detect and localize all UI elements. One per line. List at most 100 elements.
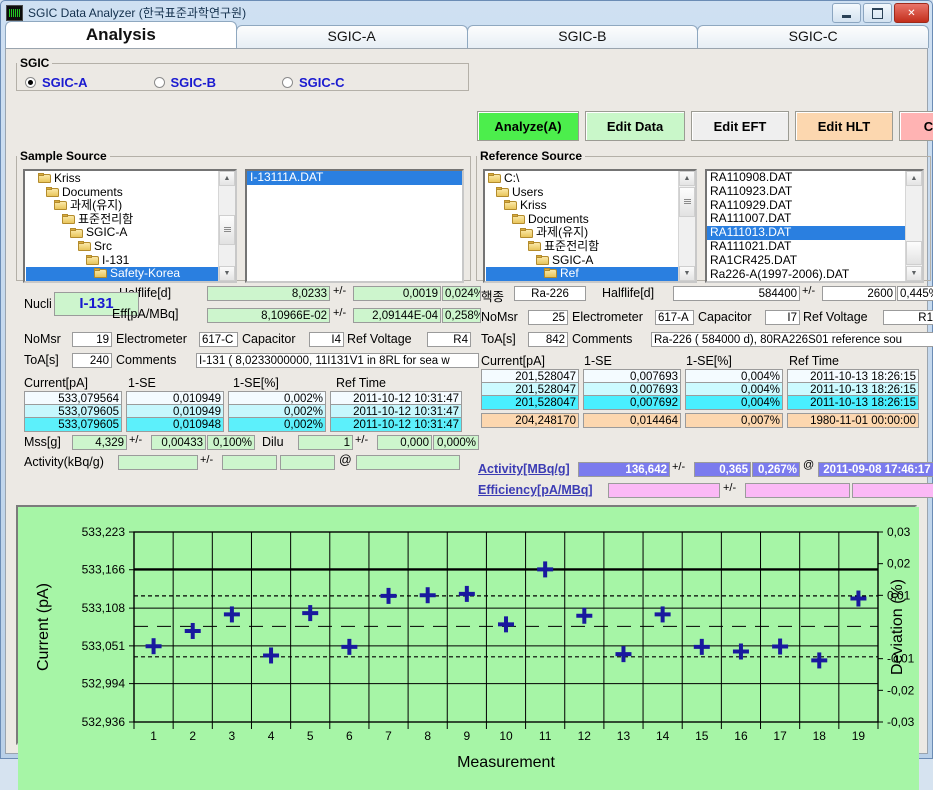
sample-activity-percent — [280, 455, 335, 470]
tree-item[interactable]: I-131 — [26, 253, 235, 268]
list-item[interactable]: RA111021.DAT — [707, 239, 922, 254]
list-item[interactable]: RA110929.DAT — [707, 198, 922, 213]
list-item[interactable]: RA110923.DAT — [707, 184, 922, 199]
sample-activity-label: Activity(kBq/g) — [24, 455, 104, 469]
reference-col-1sepct: 1-SE[%] — [686, 354, 732, 368]
scroll-up-arrow-icon[interactable]: ▲ — [906, 171, 922, 186]
tree-item[interactable]: C:\ — [486, 171, 695, 186]
radio-sgic-c[interactable]: SGIC-C — [282, 75, 345, 90]
scroll-down-arrow-icon[interactable]: ▼ — [219, 266, 235, 281]
reference-halflife-value: 584400 — [673, 286, 800, 301]
reference-capacitor-label: Capacitor — [698, 310, 752, 324]
tab-sgic-c[interactable]: SGIC-C — [697, 25, 929, 48]
sample-dilu-percent: 0,000% — [433, 435, 479, 450]
radio-sgic-a[interactable]: SGIC-A — [25, 75, 88, 90]
tree-scrollbar[interactable]: ▲ ▼ — [678, 171, 695, 281]
reference-activity-value: 136,642 — [578, 462, 670, 477]
table-cell-extra: 204,248170 — [481, 413, 579, 428]
table-cell-extra: 1980-11-01 00:00:00 — [787, 413, 919, 428]
clear-button[interactable]: Clear(C) — [899, 111, 933, 141]
clear-button-label: Clear(C) — [923, 118, 933, 134]
table-cell: 533,079605 — [24, 417, 122, 432]
radio-dot-icon — [25, 76, 36, 88]
svg-text:14: 14 — [656, 729, 670, 743]
svg-text:0,02: 0,02 — [887, 557, 911, 571]
svg-text:532,936: 532,936 — [82, 715, 126, 729]
table-cell: 201,528047 — [481, 395, 579, 410]
list-item-selected[interactable]: RA111013.DAT — [707, 225, 922, 240]
sample-eff-value: 8,10966E-02 — [207, 308, 330, 323]
application-window: SGIC Data Analyzer (한국표준과학연구원) ✕ Analysi… — [0, 0, 933, 790]
sample-col-1sepct: 1-SE[%] — [233, 376, 279, 390]
sample-source-tree[interactable]: Kriss Documents 과제(유지) 표준전리함 SGIC-A Src … — [23, 169, 237, 283]
maximize-button[interactable] — [863, 3, 892, 23]
svg-text:9: 9 — [463, 729, 470, 743]
tree-item-selected[interactable]: Ref — [486, 267, 695, 281]
tree-item[interactable]: 과제(유지) — [486, 226, 695, 240]
analyze-button[interactable]: Analyze(A) — [477, 111, 579, 141]
list-item[interactable]: Ra226-A(1997-2006).DAT — [707, 267, 922, 281]
minimize-button[interactable] — [832, 3, 861, 23]
reference-activity-pm: +/- — [672, 461, 686, 473]
reference-electrometer-label: Electrometer — [572, 310, 643, 324]
reference-source-group: Reference Source C:\ Users Kriss Documen… — [476, 149, 931, 283]
close-button[interactable]: ✕ — [894, 3, 929, 23]
tree-item[interactable]: 과제(유지) — [26, 199, 235, 213]
reference-efficiency-error — [745, 483, 850, 498]
svg-text:15: 15 — [695, 729, 709, 743]
tree-item[interactable]: Documents — [26, 185, 235, 200]
tab-analysis[interactable]: Analysis — [5, 21, 237, 48]
scroll-up-arrow-icon[interactable]: ▲ — [219, 171, 235, 186]
sample-file-list[interactable]: I-13111A.DAT — [245, 169, 464, 283]
tree-item[interactable]: SGIC-A — [486, 253, 695, 268]
svg-text:7: 7 — [385, 729, 392, 743]
list-item[interactable]: Ra226-A(2007-2011).DAT — [710, 281, 848, 282]
list-item[interactable]: I-13111A.DAT — [247, 171, 462, 185]
tree-item[interactable]: Documents — [486, 212, 695, 227]
tree-item[interactable]: Users — [486, 185, 695, 200]
radio-sgic-b[interactable]: SGIC-B — [153, 75, 216, 90]
scroll-thumb[interactable] — [219, 215, 235, 245]
analysis-panel: SGIC SGIC-A SGIC-B SGIC-C Analyze(A) Edi… — [5, 48, 933, 790]
reference-comments-value[interactable]: Ra-226 ( 584000 d), 80RA226S01 reference… — [651, 332, 933, 347]
reference-source-tree[interactable]: C:\ Users Kriss Documents 과제(유지) 표준전리함 S… — [483, 169, 697, 283]
tree-scrollbar[interactable]: ▲ ▼ — [218, 171, 235, 281]
tree-item[interactable]: 표준전리함 — [486, 239, 695, 254]
edit-hlt-button-label: Edit HLT — [817, 118, 871, 134]
scroll-down-arrow-icon[interactable]: ▼ — [679, 266, 695, 281]
table-cell: 0,010948 — [126, 417, 224, 432]
scroll-thumb[interactable] — [679, 187, 695, 217]
tree-item[interactable]: SGIC-A — [26, 226, 235, 240]
tree-item-selected[interactable]: Safety-Korea — [26, 267, 235, 281]
reference-efficiency-pm: +/- — [723, 482, 737, 494]
sample-eff-pm: +/- — [333, 307, 347, 319]
reference-toa-label: ToA[s] — [481, 332, 516, 346]
sample-comments-value[interactable]: I-131 ( 8,0233000000, 11I131V1 in 8RL fo… — [196, 353, 479, 368]
reference-file-list[interactable]: RA110908.DAT RA110923.DAT RA110929.DAT R… — [705, 169, 924, 283]
sample-halflife-pm: +/- — [333, 285, 347, 297]
tree-item[interactable]: Src — [26, 239, 235, 254]
tab-sgic-a[interactable]: SGIC-A — [235, 25, 468, 48]
tab-sgic-b[interactable]: SGIC-B — [466, 25, 699, 48]
list-item[interactable]: RA1CR425.DAT — [707, 253, 922, 268]
edit-eft-button[interactable]: Edit EFT — [691, 111, 789, 141]
folder-icon — [38, 173, 52, 184]
folder-icon — [78, 241, 92, 252]
sample-dilu-error: 0,000 — [377, 435, 432, 450]
list-item[interactable]: RA111007.DAT — [707, 212, 922, 226]
scroll-down-arrow-icon[interactable]: ▼ — [906, 266, 922, 281]
tree-item[interactable]: Kriss — [26, 171, 235, 186]
edit-hlt-button[interactable]: Edit HLT — [795, 111, 893, 141]
sample-mss-error: 0,00433 — [151, 435, 206, 450]
svg-text:8: 8 — [424, 729, 431, 743]
svg-text:1: 1 — [150, 729, 157, 743]
tree-item[interactable]: 표준전리함 — [26, 212, 235, 227]
list-item[interactable]: RA110908.DAT — [707, 171, 922, 185]
folder-icon — [504, 200, 518, 211]
tree-item[interactable]: Kriss — [486, 199, 695, 213]
scroll-thumb[interactable] — [906, 241, 922, 265]
edit-data-button[interactable]: Edit Data — [585, 111, 685, 141]
table-cell: 2011-10-13 18:26:15 — [787, 395, 919, 410]
scroll-up-arrow-icon[interactable]: ▲ — [679, 171, 695, 186]
file-list-scrollbar[interactable]: ▲ ▼ — [905, 171, 922, 281]
